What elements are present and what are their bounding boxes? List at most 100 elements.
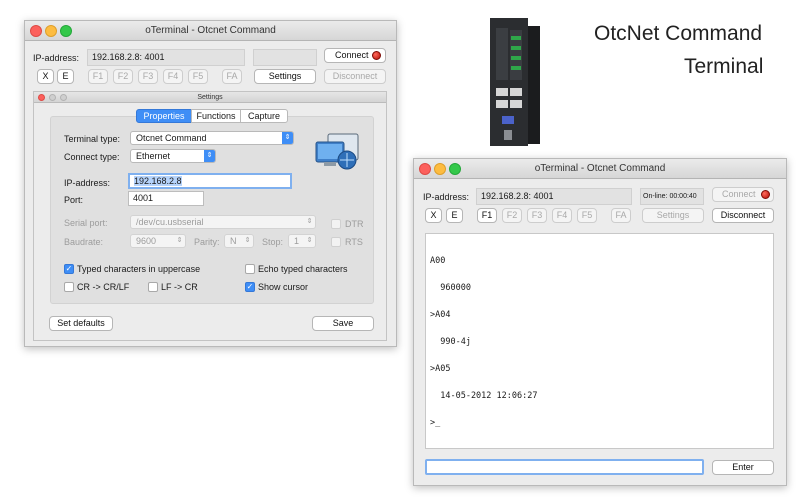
clear-button[interactable]: X <box>37 69 54 84</box>
port-label: Port: <box>64 195 84 205</box>
fa-button[interactable]: FA <box>222 69 242 84</box>
settings-titlebar: Settings <box>34 92 386 103</box>
terminal-line: A00 <box>430 256 446 266</box>
terminal-output[interactable]: A00 960000 >A04 990-4j >A05 14-05-2012 1… <box>425 233 774 449</box>
f4-button[interactable]: F4 <box>163 69 183 84</box>
window-1-titlebar: oTerminal - Otcnet Command <box>25 21 396 41</box>
chevron-updown-icon: ⇕ <box>176 237 183 244</box>
connect-type-label: Connect type: <box>64 152 120 162</box>
set-defaults-button[interactable]: Set defaults <box>49 316 113 331</box>
uppercase-label: Typed characters in uppercase <box>77 264 201 274</box>
connect-button[interactable]: Connect <box>712 187 774 202</box>
enter-button[interactable]: Enter <box>712 460 774 475</box>
zoom-window-button[interactable] <box>60 25 72 37</box>
zoom-window-button[interactable] <box>449 163 461 175</box>
terminal-line: >A05 <box>430 364 451 374</box>
ip-address-label: IP-address: <box>423 192 470 202</box>
e-button[interactable]: E <box>446 208 463 223</box>
port-input[interactable]: 4001 <box>128 191 204 206</box>
disconnect-button[interactable]: Disconnect <box>712 208 774 223</box>
command-input[interactable] <box>425 459 704 475</box>
window-2-titlebar: oTerminal - Otcnet Command <box>414 159 786 179</box>
settings-zoom-button <box>60 94 67 101</box>
settings-title: Settings <box>197 94 223 101</box>
lf-cr-checkbox[interactable] <box>148 282 158 292</box>
terminal-line: >A04 <box>430 310 451 320</box>
minimize-window-button[interactable] <box>45 25 57 37</box>
network-icon <box>315 133 359 170</box>
fa-button[interactable]: FA <box>611 208 631 223</box>
clear-button[interactable]: X <box>425 208 442 223</box>
connection-led-icon <box>372 51 381 60</box>
chevron-updown-icon: ⇕ <box>244 237 251 244</box>
f3-button[interactable]: F3 <box>527 208 547 223</box>
terminal-line: >_ <box>430 418 441 428</box>
minimize-window-button[interactable] <box>434 163 446 175</box>
status-display <box>253 49 317 66</box>
cr-crlf-label: CR -> CR/LF <box>77 282 130 292</box>
e-button[interactable]: E <box>57 69 74 84</box>
f5-button[interactable]: F5 <box>577 208 597 223</box>
terminal-line: 990-4j <box>430 337 471 347</box>
settings-close-button[interactable] <box>38 94 45 101</box>
connection-led-icon <box>761 190 770 199</box>
online-timer: On-line: 00:00:40 <box>640 188 704 205</box>
baudrate-label: Baudrate: <box>64 237 104 247</box>
headline-line1: OtcNet Command <box>594 22 763 45</box>
close-window-button[interactable] <box>419 163 431 175</box>
chevron-updown-icon: ⇕ <box>306 218 313 225</box>
settings-button[interactable]: Settings <box>254 69 316 84</box>
baudrate-select[interactable]: 9600 ⇕ <box>130 234 186 248</box>
dtr-label: DTR <box>345 219 364 229</box>
f2-button[interactable]: F2 <box>502 208 522 223</box>
f4-button[interactable]: F4 <box>552 208 572 223</box>
parity-select[interactable]: N ⇕ <box>224 234 254 248</box>
f3-button[interactable]: F3 <box>138 69 158 84</box>
f1-button[interactable]: F1 <box>477 208 497 223</box>
serial-port-select[interactable]: /dev/cu.usbserial ⇕ <box>130 215 316 229</box>
ip-address-display: 192.168.2.8: 4001 <box>476 188 632 205</box>
f5-button[interactable]: F5 <box>188 69 208 84</box>
rts-checkbox[interactable] <box>331 237 341 247</box>
stop-select[interactable]: 1 ⇕ <box>288 234 316 248</box>
lf-cr-label: LF -> CR <box>161 282 198 292</box>
connect-type-select[interactable]: Ethernet ⇕ <box>130 149 216 163</box>
dtr-checkbox[interactable] <box>331 219 341 229</box>
disconnect-button[interactable]: Disconnect <box>324 69 386 84</box>
chevron-updown-icon: ⇕ <box>282 132 293 144</box>
headline-line2: Terminal <box>684 55 764 78</box>
window-1-title: oTerminal - Otcnet Command <box>145 25 276 36</box>
chevron-updown-icon: ⇕ <box>306 237 313 244</box>
tab-capture[interactable]: Capture <box>240 109 288 123</box>
window-2-title: oTerminal - Otcnet Command <box>534 163 666 174</box>
f1-button[interactable]: F1 <box>88 69 108 84</box>
f2-button[interactable]: F2 <box>113 69 133 84</box>
terminal-type-label: Terminal type: <box>64 134 121 144</box>
connect-button[interactable]: Connect <box>324 48 386 63</box>
tab-functions[interactable]: Functions <box>191 109 241 123</box>
show-cursor-checkbox[interactable]: ✓ <box>245 282 255 292</box>
tab-properties[interactable]: Properties <box>136 109 192 123</box>
main-window-1: oTerminal - Otcnet Command IP-address: 1… <box>24 20 397 347</box>
settings-button[interactable]: Settings <box>642 208 704 223</box>
ip-address-display: 192.168.2.8: 4001 <box>87 49 245 66</box>
ip-address-label: IP-address: <box>33 53 80 63</box>
chevron-updown-icon: ⇕ <box>204 150 215 162</box>
show-cursor-label: Show cursor <box>258 282 309 292</box>
terminal-line: 960000 <box>430 283 471 293</box>
parity-label: Parity: <box>194 237 220 247</box>
settings-minimize-button <box>49 94 56 101</box>
echo-checkbox[interactable] <box>245 264 255 274</box>
ip-address-input[interactable]: 192.168.2.8 <box>128 173 292 189</box>
uppercase-checkbox[interactable]: ✓ <box>64 264 74 274</box>
ip-address-settings-label: IP-address: <box>64 178 111 188</box>
rts-label: RTS <box>345 237 363 247</box>
stop-label: Stop: <box>262 237 284 247</box>
close-window-button[interactable] <box>30 25 42 37</box>
terminal-type-select[interactable]: Otcnet Command ⇕ <box>130 131 294 145</box>
serial-port-label: Serial port: <box>64 218 108 228</box>
main-window-2: oTerminal - Otcnet Command IP-address: 1… <box>413 158 787 486</box>
settings-sheet: Settings Properties Functions Capture Te… <box>33 91 387 341</box>
save-button[interactable]: Save <box>312 316 374 331</box>
cr-crlf-checkbox[interactable] <box>64 282 74 292</box>
